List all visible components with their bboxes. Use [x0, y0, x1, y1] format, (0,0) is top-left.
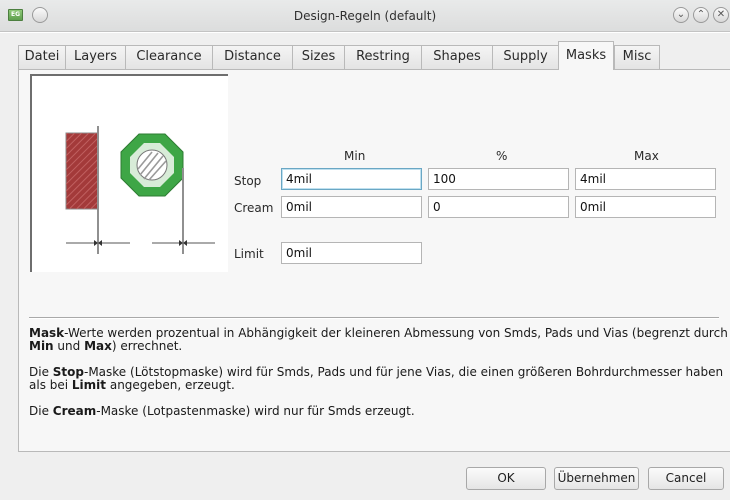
mask-illustration [65, 126, 215, 254]
cancel-button[interactable]: Cancel [648, 467, 724, 490]
tab-sizes[interactable]: Sizes [292, 45, 344, 69]
column-header-percent: % [496, 149, 508, 163]
bold-keyword: Stop [52, 365, 84, 379]
cream-label: Cream [234, 201, 274, 215]
tab-restring[interactable]: Restring [344, 45, 421, 69]
cream-percent-input[interactable]: 0 [428, 196, 569, 218]
limit-input[interactable]: 0mil [281, 242, 422, 264]
bold-keyword: Max [84, 339, 112, 353]
tab-bar: Datei Layers Clearance Distance Sizes Re… [18, 41, 660, 70]
cream-max-input[interactable]: 0mil [575, 196, 716, 218]
tab-distance[interactable]: Distance [212, 45, 292, 69]
tab-datei[interactable]: Datei [18, 45, 65, 69]
masks-panel: Min % Max Stop 4mil 100 4mil Cream 0mil … [18, 69, 730, 452]
tab-clearance[interactable]: Clearance [125, 45, 212, 69]
tab-misc[interactable]: Misc [614, 45, 660, 69]
design-rules-dialog: Datei Layers Clearance Distance Sizes Re… [0, 33, 730, 500]
smd-pad-icon [65, 132, 99, 210]
tab-layers[interactable]: Layers [65, 45, 125, 69]
tab-masks[interactable]: Masks [558, 41, 614, 70]
apply-button[interactable]: Übernehmen [554, 467, 639, 490]
minimize-button[interactable]: ⌄ [673, 7, 689, 23]
separator [29, 317, 719, 319]
via-pad-icon [120, 133, 184, 197]
limit-label: Limit [234, 247, 264, 261]
description-cream-paragraph: Die Cream-Maske (Lotpastenmaske) wird nu… [29, 404, 415, 418]
cream-min-input[interactable]: 0mil [281, 196, 422, 218]
window-title: Design-Regeln (default) [293, 9, 437, 23]
ok-button[interactable]: OK [466, 467, 546, 490]
tab-supply[interactable]: Supply [492, 45, 558, 69]
tab-shapes[interactable]: Shapes [421, 45, 492, 69]
column-header-max: Max [634, 149, 659, 163]
close-icon: ✕ [716, 9, 726, 20]
stop-max-input[interactable]: 4mil [575, 168, 716, 190]
bold-keyword: Cream [52, 404, 97, 418]
bold-keyword: Mask [29, 326, 65, 340]
close-button[interactable]: ✕ [713, 7, 729, 23]
description-stop-paragraph: Die Stop-Maske (Lötstopmaske) wird für S… [29, 365, 724, 392]
description-mask-paragraph: Mask-Werte werden prozentual in Abhängig… [29, 326, 728, 353]
stop-percent-input[interactable]: 100 [428, 168, 569, 190]
title-bar: EG Design-Regeln (default) ⌄ ⌃ ✕ [0, 0, 730, 32]
bold-keyword: Min [29, 339, 54, 353]
mask-preview-image [30, 74, 228, 272]
bold-keyword: Limit [71, 378, 107, 392]
chevron-up-icon: ⌃ [696, 9, 706, 20]
stop-label: Stop [234, 174, 262, 188]
chevron-down-icon: ⌄ [676, 9, 686, 20]
stop-min-input[interactable]: 4mil [281, 168, 422, 190]
maximize-button[interactable]: ⌃ [693, 7, 709, 23]
column-header-min: Min [344, 149, 366, 163]
